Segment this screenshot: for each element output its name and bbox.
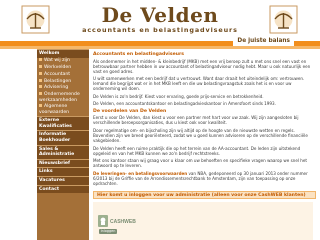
bullet-icon [39,104,42,108]
sidebar-item-contact[interactable]: Contact [37,184,89,194]
paragraph: U wilt samenwerken met een bedrijf dat u… [93,76,305,92]
site-title: De Velden [101,3,219,27]
bullet-icon [39,85,42,89]
paragraph: De Velden, een accountantskantoor en bel… [93,101,276,107]
site-subtitle: accountants en belastingadviseurs [82,26,238,34]
site-header: De Velden accountants en belastingadvise… [0,0,320,40]
paragraph: Als ondernemer in het midden- & kleinbed… [93,58,311,74]
terms-notice: De leveringen- en betalingsvoorwaarden v… [93,171,316,186]
bullet-icon [39,71,42,75]
sidebar-item-ondernemende-werkzaamheden[interactable]: Ondernemende werkzaamheden [37,92,89,104]
bullet-icon [39,92,42,96]
cashweb-logo-text: CASHWEB [110,219,136,225]
main-content: Accountants en belastingadviseurs Als on… [89,49,320,240]
paragraph: De Velden is zo'n bedrijf. Kiest voor er… [93,93,264,99]
cashweb-login-banner: Hier komt u inloggen voor uw administrat… [93,191,316,199]
section-title: Accountants en belastingadviseurs [93,52,184,57]
sidebar-item-vacatures[interactable]: Vacatures [37,176,89,185]
sidebar-item-label: Accountant [44,71,71,77]
cashweb-login-box: CASHWEB Inloggen [93,202,313,240]
sidebar-item-externe-kwalificaties[interactable]: Externe Kwalificaties [37,116,89,131]
sidebar-item-nieuwsbrief[interactable]: Nieuwsbrief [37,158,89,168]
sidebar-item-label: Belastingen [44,78,72,84]
tagline: De juiste balans [233,36,294,46]
paragraph: Met ons kantoor staan wij graag voor u k… [93,158,308,169]
paragraph: Door regelmatige om- en bijscholing zijn… [93,127,308,144]
section-title: De voordelen van De Velden [93,108,167,114]
paragraph: Eerst u voor De Velden, dan kiest u voor… [93,115,299,126]
sidebar-item-sales-administratie[interactable]: Sales & Administratie [37,144,89,159]
paragraph: De Velden heeft een ruime praktijk die o… [93,145,301,156]
sidebar-item-label: Wat wij zijn [44,58,70,64]
sidebar-item-label: Werkvelden [44,64,72,70]
sidebar-item-informatie-boekhouder[interactable]: Informatie Boekhouder [37,130,89,145]
login-button[interactable]: Inloggen [99,229,117,234]
sidebar-nav: Welkom Wat wij zijn Werkvelden Accountan… [37,49,89,240]
bullet-icon [39,58,42,62]
sidebar-item-werkvelden[interactable]: Werkvelden [37,64,89,71]
sidebar-item-accountant[interactable]: Accountant [37,71,89,78]
sidebar-item-links[interactable]: Links [37,167,89,176]
brand-logo-left[interactable] [20,4,51,35]
logo-mark-icon [20,4,51,35]
logo-mark-icon [268,4,299,35]
sidebar-item-advisering[interactable]: Advisering [37,85,89,92]
sidebar-item-welkom[interactable]: Welkom [37,49,89,58]
sidebar-item-wat-wij-zijn[interactable]: Wat wij zijn [37,58,89,65]
sidebar-item-label: Algemene voorwaarden [39,104,70,116]
sidebar-item-label: Advisering [44,85,69,91]
bullet-icon [39,78,42,82]
sidebar-item-algemene-voorwaarden[interactable]: Algemene voorwaarden [37,104,89,116]
sidebar-item-belastingen[interactable]: Belastingen [37,78,89,85]
bullet-icon [39,64,42,68]
brand-logo-right [268,4,299,35]
sidebar-item-label: Ondernemende werkzaamheden [39,92,80,103]
